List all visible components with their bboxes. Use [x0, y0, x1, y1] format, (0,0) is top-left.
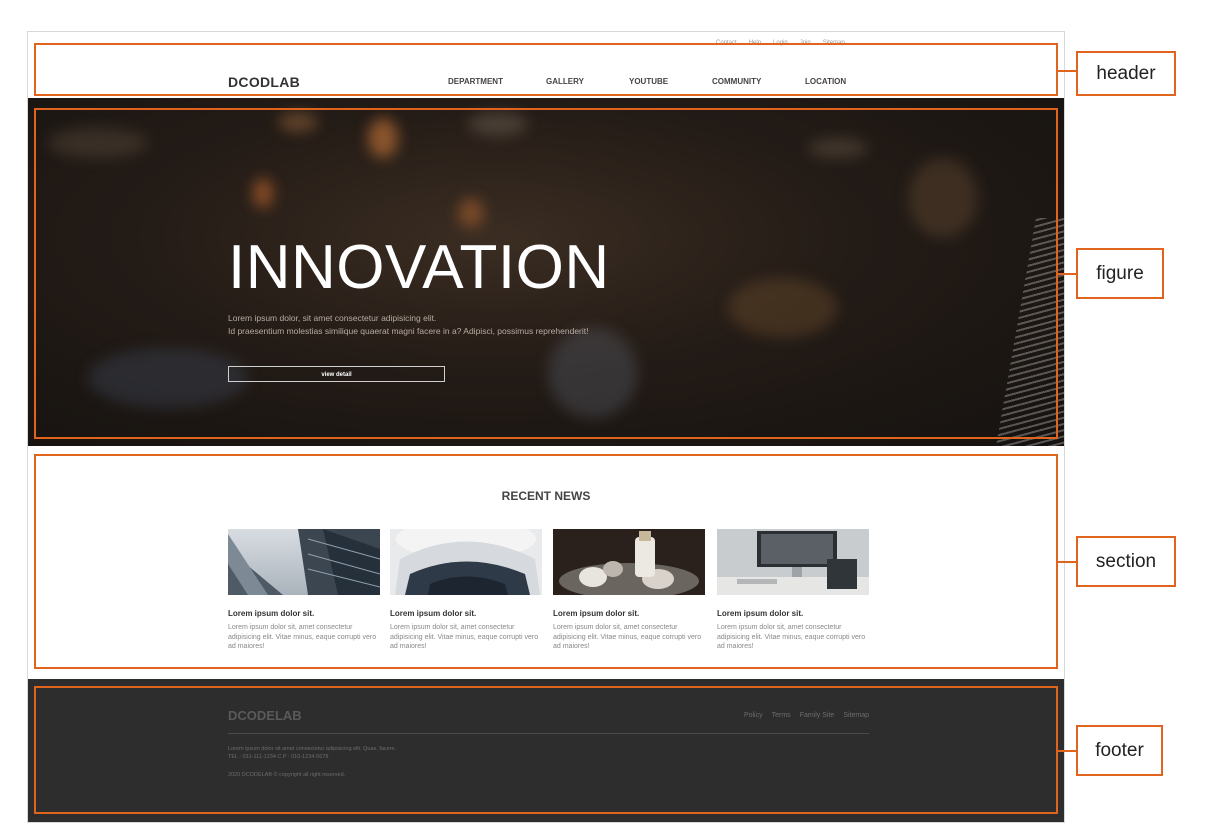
- header-callout-line: [1058, 70, 1076, 72]
- footer-callout-line: [1058, 750, 1076, 752]
- section-callout-label: section: [1076, 536, 1176, 587]
- figure-callout-line: [1058, 273, 1076, 275]
- footer-callout-label: footer: [1076, 725, 1163, 776]
- header-callout-label: header: [1076, 51, 1176, 96]
- section-outline: [34, 454, 1058, 669]
- footer-outline: [34, 686, 1058, 814]
- section-callout-line: [1058, 561, 1076, 563]
- figure-outline: [34, 108, 1058, 439]
- figure-callout-label: figure: [1076, 248, 1164, 299]
- header-outline: [34, 43, 1058, 96]
